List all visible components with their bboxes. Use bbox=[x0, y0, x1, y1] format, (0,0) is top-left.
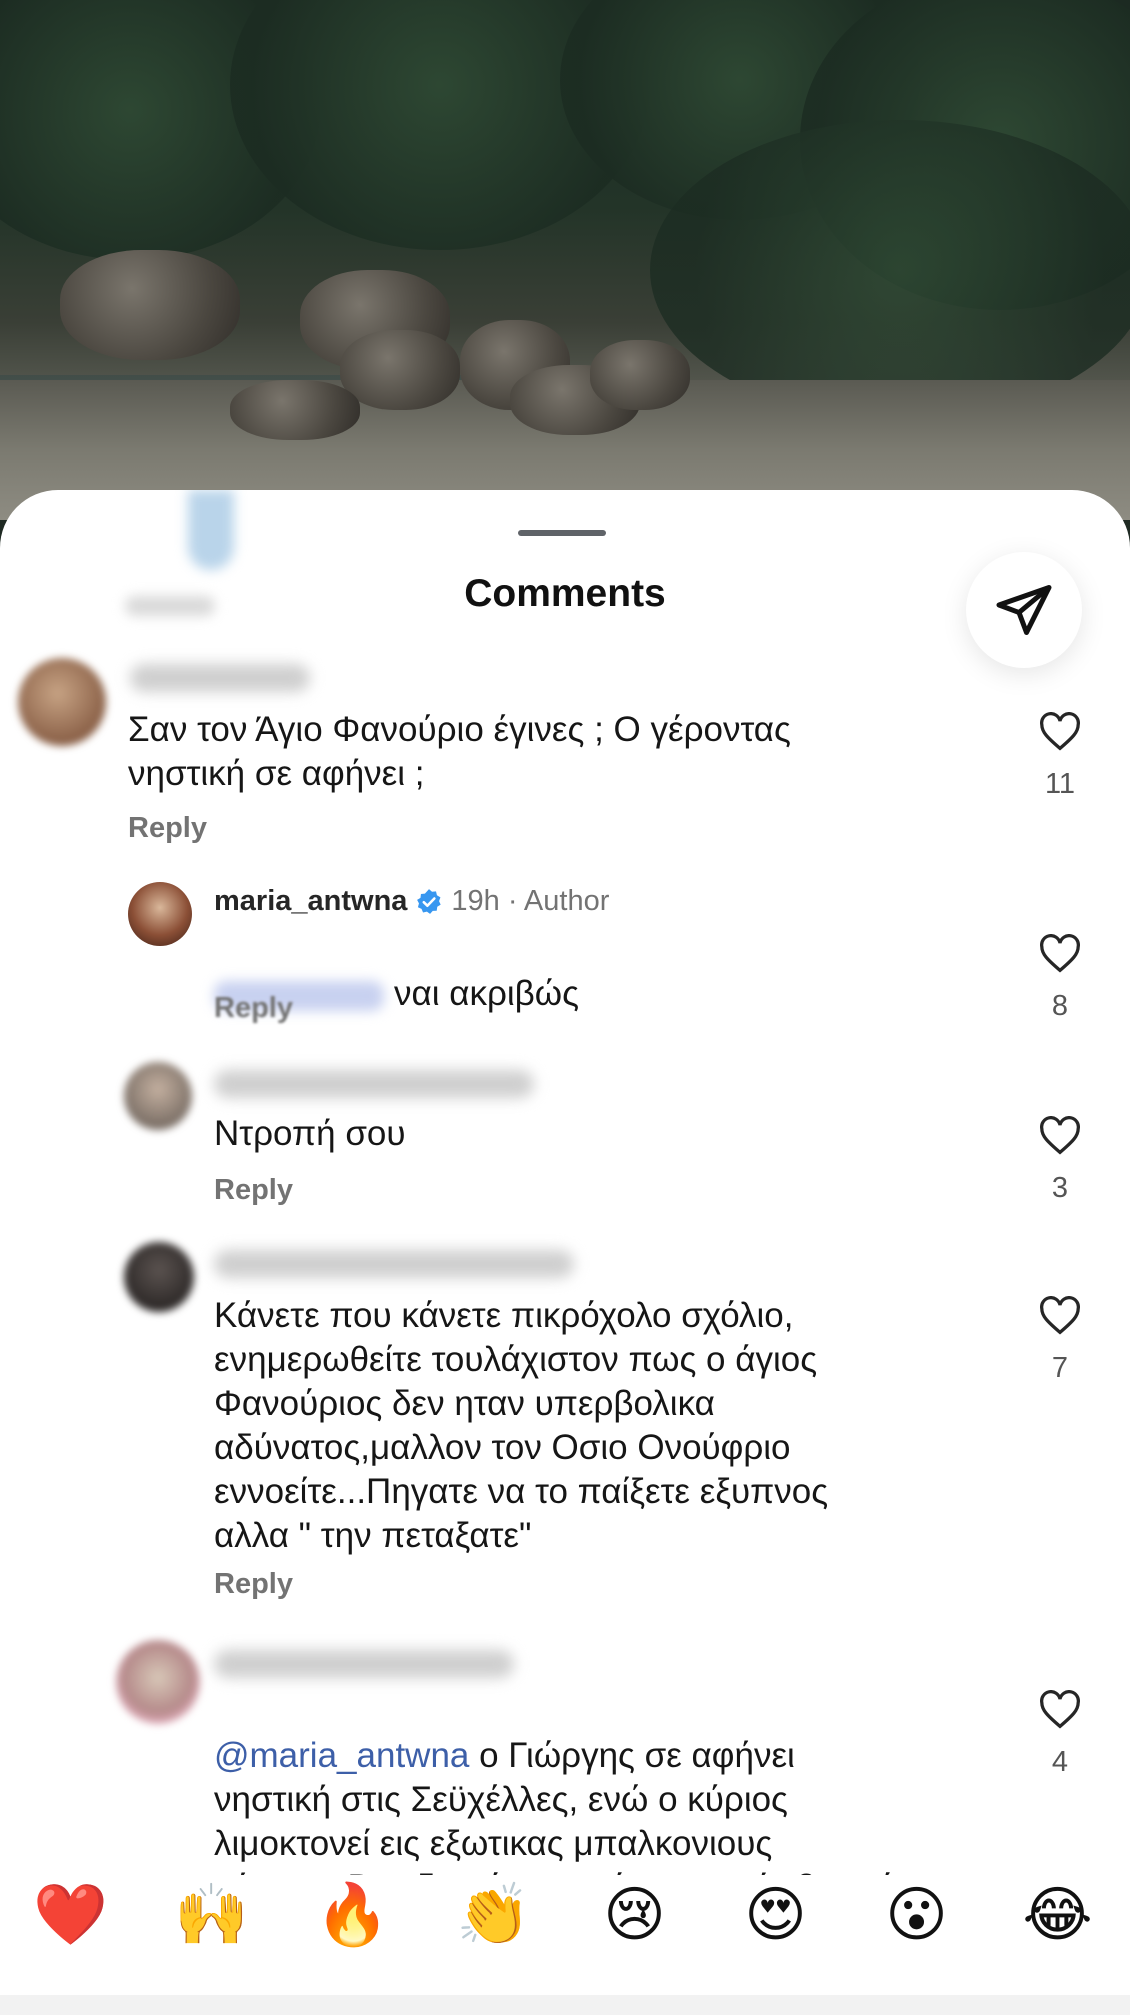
blurred-content bbox=[188, 490, 234, 570]
comment-text: Ντροπή σου bbox=[214, 1114, 406, 1153]
avatar[interactable] bbox=[124, 1062, 192, 1130]
like-count: 7 bbox=[1051, 1352, 1069, 1384]
comment-text-content: ναι ακριβώς bbox=[394, 974, 579, 1013]
comment-text: Σαν τον Άγιο Φανούριο έγινες ; Ο γέροντα… bbox=[128, 710, 791, 793]
comment-time: 19h bbox=[451, 885, 500, 917]
comment-username[interactable] bbox=[214, 1070, 534, 1098]
like-control: 8 bbox=[1035, 934, 1085, 1023]
comment-mention[interactable]: @maria_antwna bbox=[214, 1736, 469, 1775]
heart-icon[interactable] bbox=[1038, 934, 1082, 974]
avatar[interactable] bbox=[128, 882, 192, 946]
avatar[interactable] bbox=[124, 1242, 194, 1312]
sheet-grabber-handle[interactable] bbox=[518, 530, 606, 536]
heart-icon[interactable] bbox=[1038, 1690, 1082, 1730]
emoji-laughing[interactable]: 😂 bbox=[987, 1875, 1128, 1950]
comments-sheet: Comments Σαν τον Άγιο Φανούριο έγινες ; … bbox=[0, 490, 1130, 2015]
emoji-surprised[interactable]: 😮 bbox=[846, 1875, 987, 1950]
comment-text: ναι ακριβώς bbox=[214, 928, 974, 1016]
reply-button[interactable]: Reply bbox=[214, 1568, 293, 1601]
avatar[interactable] bbox=[116, 1640, 200, 1724]
emoji-heart-eyes[interactable]: 😍 bbox=[705, 1875, 846, 1950]
comment-username[interactable] bbox=[214, 1250, 574, 1278]
background-photo bbox=[0, 0, 1130, 520]
share-button[interactable] bbox=[966, 552, 1082, 668]
reply-button[interactable]: Reply bbox=[214, 992, 293, 1025]
comment-username[interactable]: maria_antwna bbox=[214, 885, 407, 918]
author-label: · Author bbox=[507, 885, 610, 917]
comment-input-area[interactable] bbox=[0, 1995, 1130, 2015]
heart-icon[interactable] bbox=[1038, 712, 1082, 752]
emoji-crying[interactable]: 😢 bbox=[564, 1875, 705, 1950]
reply-button[interactable]: Reply bbox=[214, 1174, 293, 1207]
comment-header: maria_antwna 19h · Author bbox=[214, 885, 609, 918]
verified-badge-icon bbox=[417, 888, 442, 914]
send-icon bbox=[996, 585, 1052, 635]
heart-icon[interactable] bbox=[1038, 1296, 1082, 1336]
emoji-raising-hands[interactable]: 🙌 bbox=[141, 1875, 282, 1950]
comment-username[interactable] bbox=[214, 1650, 514, 1678]
like-count: 3 bbox=[1051, 1172, 1069, 1204]
like-count: 11 bbox=[1044, 768, 1076, 800]
emoji-heart[interactable]: ❤️ bbox=[0, 1875, 141, 1950]
sheet-title: Comments bbox=[464, 572, 666, 615]
reply-button[interactable]: Reply bbox=[128, 812, 207, 845]
emoji-clapping[interactable]: 👏 bbox=[423, 1875, 564, 1950]
like-control: 3 bbox=[1035, 1116, 1085, 1205]
avatar[interactable] bbox=[18, 658, 106, 746]
emoji-fire[interactable]: 🔥 bbox=[282, 1875, 423, 1950]
like-control: 4 bbox=[1035, 1690, 1085, 1779]
comment-text: Κάνετε που κάνετε πικρόχολο σχόλιο, ενημ… bbox=[214, 1296, 829, 1555]
comment-text-line: ο Γιώργης σε αφήνει bbox=[469, 1736, 795, 1775]
like-control: 7 bbox=[1035, 1296, 1085, 1385]
like-count: 8 bbox=[1051, 990, 1069, 1022]
like-count: 4 bbox=[1051, 1746, 1069, 1778]
heart-icon[interactable] bbox=[1038, 1116, 1082, 1156]
like-control: 11 bbox=[1035, 712, 1085, 801]
comment-username[interactable] bbox=[130, 664, 310, 692]
emoji-reaction-bar: ❤️ 🙌 🔥 👏 😢 😍 😮 😂 bbox=[0, 1875, 1130, 2015]
